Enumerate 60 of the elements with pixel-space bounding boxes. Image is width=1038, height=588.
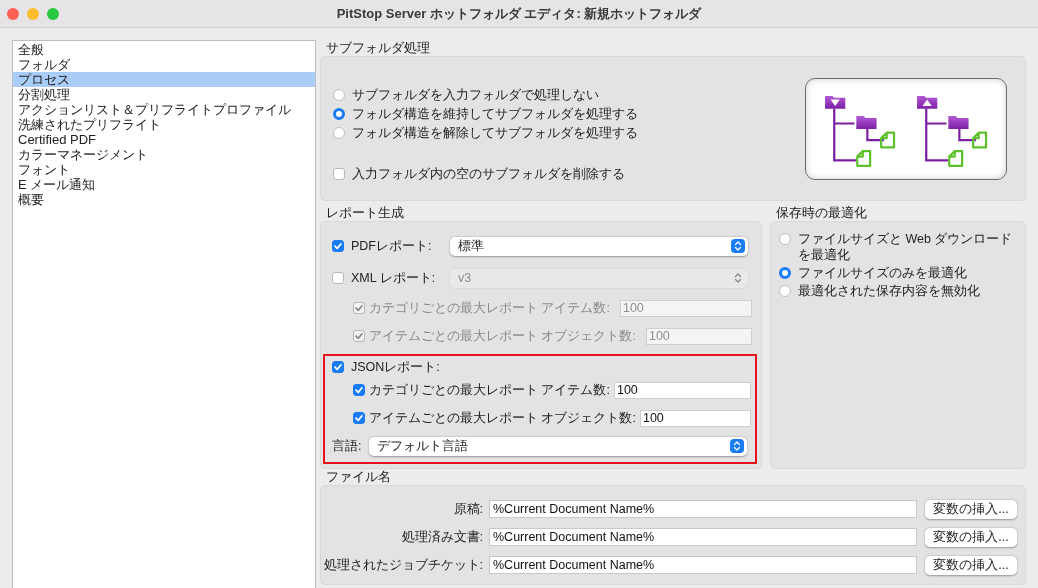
radio-button[interactable]	[779, 233, 791, 245]
close-button[interactable]	[7, 8, 19, 20]
text-field[interactable]: %Current Document Name%	[489, 528, 917, 546]
dropdown[interactable]: デフォルト言語	[369, 436, 747, 456]
option-label: アイテムごとの最大レポート オブジェクト数:	[369, 327, 636, 345]
sidebar-item[interactable]: 全般	[13, 42, 315, 57]
option-label: カテゴリごとの最大レポート アイテム数:	[369, 299, 610, 317]
group-title: ファイル名	[325, 469, 392, 485]
sidebar-item[interactable]: 分割処理	[13, 87, 315, 102]
sidebar-item[interactable]: 概要	[13, 192, 315, 207]
stepper-icon	[730, 439, 744, 453]
sidebar-item[interactable]: フォント	[13, 162, 315, 177]
option-label: ファイルサイズと Web ダウンロードを最適化	[798, 231, 1014, 263]
sidebar-item[interactable]: プロセス	[13, 72, 315, 87]
radio-button[interactable]	[779, 285, 791, 297]
option-label: ファイルサイズのみを最適化	[798, 265, 967, 281]
checkbox[interactable]	[332, 240, 344, 252]
insert-variable-button[interactable]: 変数の挿入...	[925, 499, 1017, 519]
field-label: 原稿:	[452, 500, 484, 518]
zoom-button[interactable]	[47, 8, 59, 20]
window-title: PitStop Server ホットフォルダ エディタ: 新規ホットフォルダ	[336, 4, 702, 23]
group-title: 保存時の最適化	[775, 205, 868, 221]
checkbox[interactable]	[333, 168, 345, 180]
sidebar-item[interactable]: アクションリスト＆プリフライトプロファイル	[13, 102, 315, 117]
option-label: サブフォルダを入力フォルダで処理しない	[352, 86, 599, 104]
option-label: XML レポート:	[351, 269, 437, 287]
radio-button[interactable]	[333, 108, 345, 120]
option-label: 言語:	[332, 437, 363, 455]
sidebar-item[interactable]: カラーマネージメント	[13, 147, 315, 162]
text-field[interactable]: %Current Document Name%	[489, 556, 917, 574]
number-field[interactable]: 100	[613, 381, 751, 399]
insert-variable-button[interactable]: 変数の挿入...	[925, 555, 1017, 575]
field-label: 処理されたジョブチケット:	[322, 556, 484, 574]
option-label: フォルダ構造を維持してサブフォルダを処理する	[352, 105, 638, 123]
sidebar-item[interactable]: E メール通知	[13, 177, 315, 192]
radio-button[interactable]	[333, 127, 345, 139]
sidebar-item[interactable]: 洗練されたプリフライト	[13, 117, 315, 132]
option-label: アイテムごとの最大レポート オブジェクト数:	[369, 409, 636, 427]
option-label: 最適化された保存内容を無効化	[798, 283, 980, 299]
checkbox[interactable]	[332, 361, 344, 373]
radio-button[interactable]	[779, 267, 791, 279]
group-title: サブフォルダ処理	[325, 40, 431, 56]
field-label: 処理済み文書:	[400, 528, 484, 546]
sidebar-item[interactable]: フォルダ	[13, 57, 315, 72]
minimize-button[interactable]	[27, 8, 39, 20]
sidebar-item[interactable]: Certified PDF	[13, 132, 315, 147]
text-field[interactable]: %Current Document Name%	[489, 500, 917, 518]
option-label: カテゴリごとの最大レポート アイテム数:	[369, 381, 610, 399]
checkbox[interactable]	[353, 412, 365, 424]
stepper-icon	[731, 239, 745, 253]
option-label: 入力フォルダ内の空のサブフォルダを削除する	[352, 165, 625, 183]
group-title: レポート生成	[325, 205, 405, 221]
option-label: フォルダ構造を解除してサブフォルダを処理する	[352, 124, 638, 142]
option-label: PDFレポート:	[351, 237, 433, 255]
insert-variable-button[interactable]: 変数の挿入...	[925, 527, 1017, 547]
option-label: JSONレポート:	[351, 358, 440, 376]
radio-button[interactable]	[333, 89, 345, 101]
checkbox[interactable]	[353, 384, 365, 396]
number-field[interactable]: 100	[639, 409, 751, 427]
dropdown[interactable]: 標準	[450, 236, 748, 256]
